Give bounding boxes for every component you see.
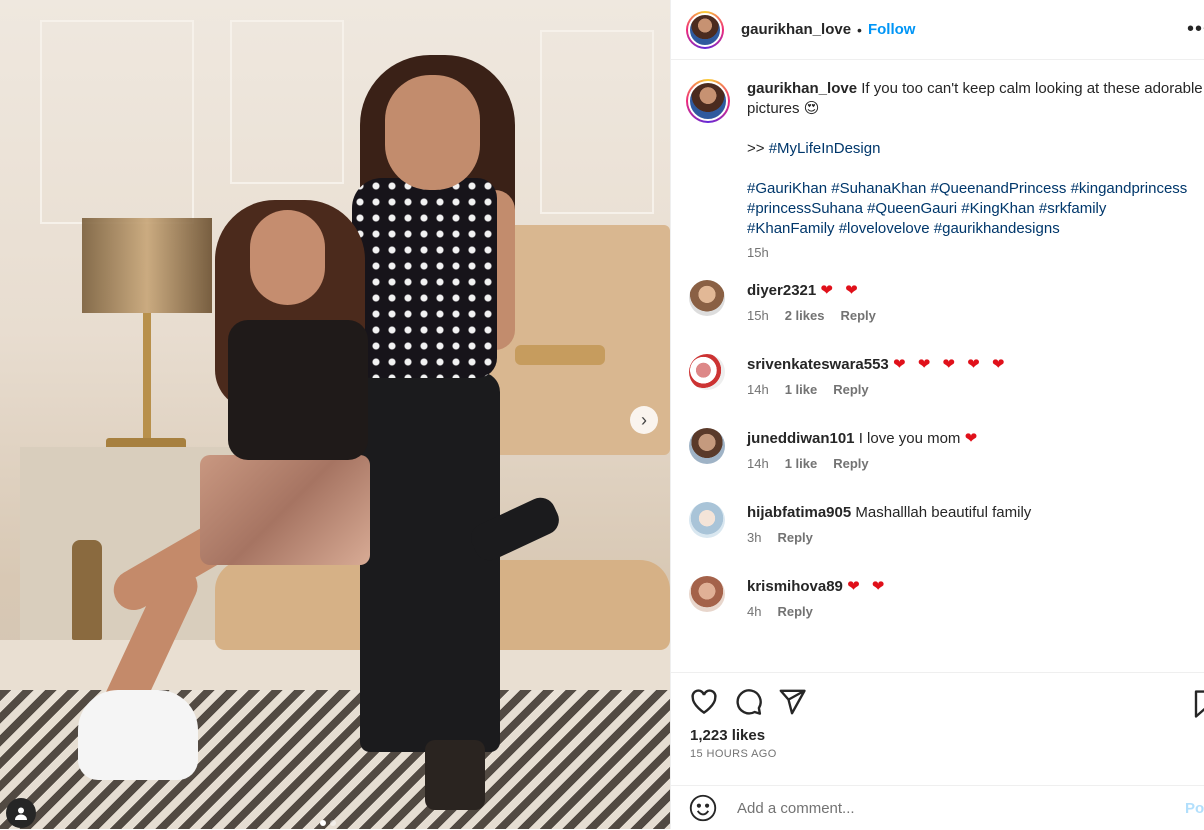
comment: krismihova89 ❤ ❤ 4h Reply <box>671 574 1204 648</box>
comment-time: 3h <box>747 530 762 545</box>
more-icon[interactable]: ••• <box>1187 18 1204 41</box>
avatar[interactable] <box>689 280 725 316</box>
heart-icon[interactable] <box>689 687 719 717</box>
comment-username[interactable]: hijabfatima905 <box>747 504 851 521</box>
separator-dot: • <box>857 21 862 38</box>
girl-face <box>250 210 325 305</box>
hashtag-link[interactable]: #MyLifeInDesign <box>769 140 881 157</box>
post-photo[interactable]: › <box>0 0 670 829</box>
comment-username[interactable]: diyer2321 <box>747 282 816 299</box>
carousel-dots <box>320 820 336 826</box>
girl-sneaker <box>78 690 198 780</box>
woman-face <box>385 75 480 190</box>
comment-body: Mashalllah beautiful family <box>855 504 1032 521</box>
caption-text: gaurikhan_love If you too can't keep cal… <box>747 79 1204 239</box>
post-actions: 1,223 likes 15 HOURS AGO <box>671 672 1204 785</box>
comment: juneddiwan101 I love you mom ❤ 14h 1 lik… <box>671 426 1204 500</box>
reply-button[interactable]: Reply <box>833 456 868 471</box>
share-icon[interactable] <box>777 687 807 717</box>
bookmark-icon[interactable] <box>1191 689 1204 719</box>
heart-emoji: ❤ ❤ <box>820 282 862 299</box>
reply-button[interactable]: Reply <box>777 604 812 619</box>
caption: gaurikhan_love If you too can't keep cal… <box>671 60 1204 260</box>
reply-button[interactable]: Reply <box>840 308 875 323</box>
girl-skirt <box>200 455 370 565</box>
avatar[interactable] <box>689 354 725 390</box>
hashtag-link[interactable]: #KhanFamily #lovelovelove #gaurikhandesi… <box>747 220 1060 237</box>
comments-thread[interactable]: gaurikhan_love If you too can't keep cal… <box>671 60 1204 672</box>
comment-time: 15h <box>747 308 769 323</box>
reply-button[interactable]: Reply <box>833 382 868 397</box>
carousel-dot <box>330 820 336 826</box>
decor-bottle <box>72 540 102 640</box>
woman-heel <box>425 740 485 810</box>
heart-emoji: ❤ ❤ ❤ ❤ ❤ <box>892 356 1009 373</box>
add-comment-bar: Post <box>671 785 1204 830</box>
comment-body: I love you mom <box>858 430 961 447</box>
lamp-shade <box>82 218 212 313</box>
comment-likes[interactable]: 2 likes <box>785 308 825 323</box>
caption-arrow: >> <box>747 140 765 157</box>
comment-username[interactable]: srivenkateswara553 <box>747 356 889 373</box>
post-button[interactable]: Post <box>1185 800 1204 817</box>
comment: hijabfatima905 Mashalllah beautiful fami… <box>671 500 1204 574</box>
hashtag-link[interactable]: #GauriKhan #SuhanaKhan #QueenandPrincess… <box>747 180 1187 197</box>
woman-polka-dot-top <box>352 178 497 378</box>
comment-icon[interactable] <box>733 687 763 717</box>
avatar[interactable] <box>689 502 725 538</box>
heart-emoji: ❤ <box>964 430 982 447</box>
comment: srivenkateswara553 ❤ ❤ ❤ ❤ ❤ 14h 1 like … <box>671 352 1204 426</box>
comment-username[interactable]: juneddiwan101 <box>747 430 855 447</box>
avatar[interactable] <box>689 576 725 612</box>
comment-likes[interactable]: 1 like <box>785 456 818 471</box>
header-username[interactable]: gaurikhan_love <box>741 21 851 38</box>
hashtag-link[interactable]: #princessSuhana #QueenGauri #KingKhan #s… <box>747 200 1106 217</box>
post-sidebar: gaurikhan_love • Follow ••• gaurikhan_lo… <box>670 0 1204 829</box>
wall-panel <box>540 30 654 214</box>
lamp-stem <box>143 313 151 443</box>
avatar[interactable] <box>689 428 725 464</box>
comment-time: 14h <box>747 456 769 471</box>
comment-time: 4h <box>747 604 762 619</box>
comment-likes[interactable]: 1 like <box>785 382 818 397</box>
girl-top <box>228 320 368 460</box>
comment: diyer2321 ❤ ❤ 15h 2 likes Reply <box>671 278 1204 352</box>
avatar[interactable] <box>686 79 730 123</box>
post-timestamp: 15 HOURS AGO <box>690 748 777 760</box>
comment-time: 14h <box>747 382 769 397</box>
carousel-dot <box>320 820 326 826</box>
emoji-icon[interactable] <box>689 794 717 822</box>
comment-username[interactable]: krismihova89 <box>747 578 843 595</box>
woman-trousers <box>360 372 500 752</box>
follow-button[interactable]: Follow <box>868 21 916 38</box>
headboard-handle <box>515 345 605 365</box>
caption-username[interactable]: gaurikhan_love <box>747 80 857 97</box>
avatar[interactable] <box>686 10 724 49</box>
post-header: gaurikhan_love • Follow ••• <box>671 0 1204 60</box>
wall-panel <box>230 20 344 184</box>
likes-count[interactable]: 1,223 likes <box>671 717 1204 744</box>
heart-emoji: ❤ ❤ <box>847 578 889 595</box>
caption-time: 15h <box>747 245 769 260</box>
reply-button[interactable]: Reply <box>777 530 812 545</box>
chevron-right-icon[interactable]: › <box>630 406 658 434</box>
wall-panel <box>40 20 194 224</box>
comment-input[interactable] <box>735 798 1139 818</box>
user-icon[interactable] <box>6 798 36 828</box>
